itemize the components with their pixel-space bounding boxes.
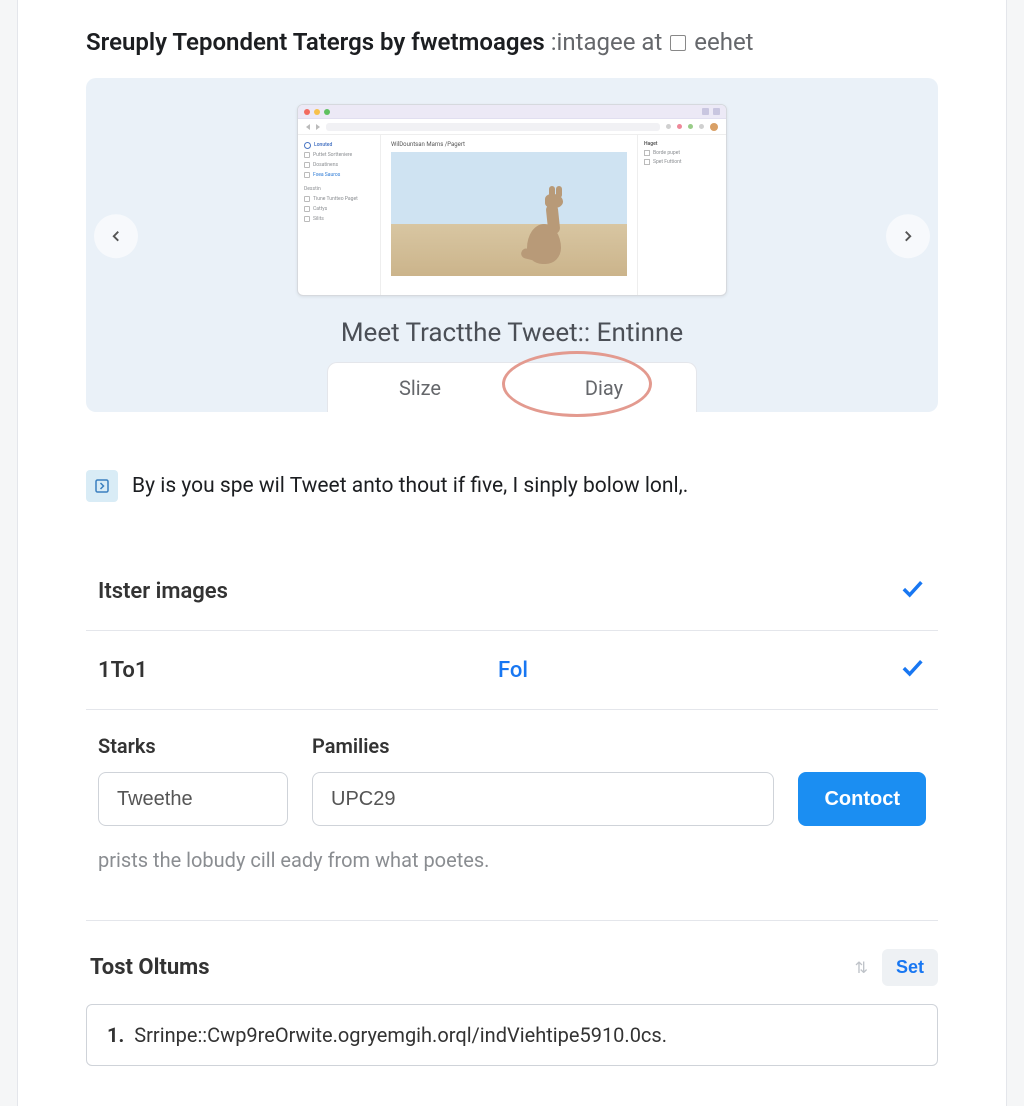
titlebar-control-icon [702, 108, 709, 115]
starks-label: Starks [98, 734, 288, 758]
carousel-prev-button[interactable] [94, 214, 138, 258]
addr-dot-icon [699, 124, 704, 129]
bottom-heading: Tost Oltums [86, 955, 210, 980]
field-starks: Starks [98, 734, 288, 826]
avatar-icon [710, 123, 718, 131]
carousel-next-button[interactable] [886, 214, 930, 258]
row-label: Itster images [98, 579, 498, 604]
animal-illustration [521, 186, 575, 264]
mock-url [326, 123, 660, 131]
tab-slize[interactable]: Slize [328, 363, 512, 412]
form-row: Starks Pamilies Contoct [86, 710, 938, 826]
title-trail: eehet [694, 28, 753, 56]
title-box [668, 28, 694, 56]
set-button[interactable]: Set [882, 949, 938, 986]
title-strong: Sreuply Tepondent Tatergs by fwetmoages [86, 28, 545, 56]
mock-side-item: Tiune Tuntteo Paget [304, 195, 374, 203]
traffic-light-close-icon [304, 109, 310, 115]
check-icon [898, 653, 926, 687]
pamilies-input[interactable] [312, 772, 774, 826]
title-light: :intagee at [551, 28, 663, 56]
chevron-right-icon [899, 227, 917, 245]
mock-side-header: Lonuted [304, 141, 374, 149]
contoct-button[interactable]: Contoct [798, 772, 926, 826]
mock-side-item: Cattys [304, 205, 374, 213]
chevron-left-icon [107, 227, 125, 245]
back-arrow-icon [306, 124, 310, 130]
pamilies-label: Pamilies [312, 734, 774, 758]
form-hint: prists the lobudy cill eady from what po… [86, 826, 938, 872]
mock-titlebar [298, 105, 726, 119]
mock-right-item: Borde pupet [644, 150, 720, 156]
row-itster-images[interactable]: Itster images [86, 551, 938, 631]
mock-rightpanel: Haget Borde pupet Spet Futtiont [638, 135, 726, 295]
tab-diay[interactable]: Diay [512, 363, 696, 412]
square-icon [670, 35, 686, 51]
row-link[interactable]: Fol [498, 658, 898, 683]
settings-list: Itster images 1To1 Fol [86, 550, 938, 710]
row-label: 1To1 [98, 658, 498, 683]
filter-icon[interactable]: ⇅ [855, 958, 868, 977]
hero-tabs: Slize Diay [327, 362, 697, 412]
mock-right-item: Spet Futtiont [644, 159, 720, 165]
row-1to1[interactable]: 1To1 Fol [86, 631, 938, 710]
line-text: Srrinpe::Cwp9reOrwite.ogryemgih.orql/ind… [134, 1023, 667, 1047]
mock-side-item: Dosatinens [304, 161, 374, 169]
titlebar-control-icon [713, 108, 720, 115]
mock-main-caption: WilDountsan Marns /Pagert [391, 141, 627, 148]
line-number: 1. [107, 1023, 124, 1047]
section-title: Sreuply Tepondent Tatergs by fwetmoages … [86, 0, 938, 78]
hero-panel: Lonuted Puttet Sortteniere Dosatinens Fx… [86, 78, 938, 412]
mock-side-item: Silits [304, 215, 374, 223]
bottom-header: Tost Oltums ⇅ Set [86, 921, 938, 1004]
mock-sidebar: Lonuted Puttet Sortteniere Dosatinens Fx… [298, 135, 380, 295]
addr-dot-icon [677, 124, 682, 129]
mock-side-item: Puttet Sortteniere [304, 151, 374, 159]
field-pamilies: Pamilies [312, 734, 774, 826]
starks-input[interactable] [98, 772, 288, 826]
expand-icon[interactable] [86, 470, 118, 502]
info-text: By is you spe wil Tweet anto thout if fi… [132, 474, 688, 498]
traffic-light-max-icon [324, 109, 330, 115]
output-line[interactable]: 1. Srrinpe::Cwp9reOrwite.ogryemgih.orql/i… [86, 1004, 938, 1066]
info-line: By is you spe wil Tweet anto thout if fi… [86, 470, 938, 502]
addr-dot-icon [666, 124, 671, 129]
addr-dot-icon [688, 124, 693, 129]
hero-caption: Meet Tractthe Tweet:: Entinne [86, 318, 938, 348]
traffic-light-min-icon [314, 109, 320, 115]
forward-arrow-icon [316, 124, 320, 130]
mock-photo [391, 152, 627, 276]
mock-main: WilDountsan Marns /Pagert [380, 135, 638, 295]
mock-right-header: Haget [644, 141, 720, 147]
mock-side-group: Desstin [304, 185, 374, 193]
mock-side-item: Fxea Sauros [304, 171, 374, 179]
screenshot-mock: Lonuted Puttet Sortteniere Dosatinens Fx… [297, 104, 727, 296]
check-icon [898, 574, 926, 608]
mock-addressbar [298, 119, 726, 135]
